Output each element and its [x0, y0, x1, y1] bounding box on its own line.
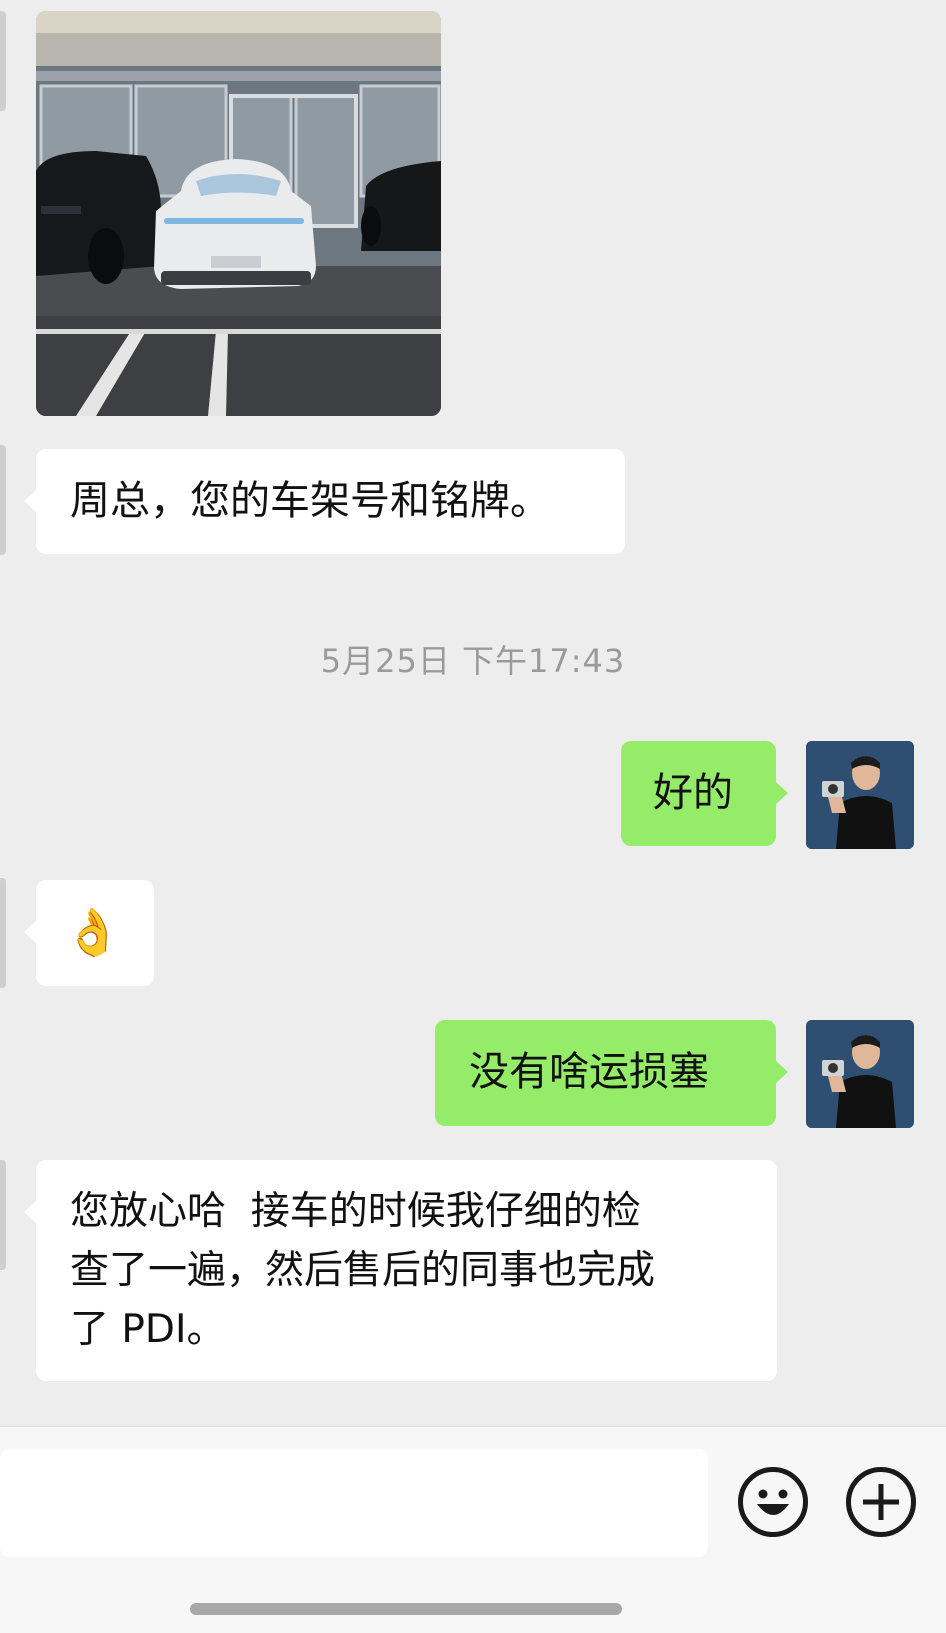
left-edge-fragment	[0, 11, 6, 111]
user-avatar[interactable]	[806, 741, 914, 849]
emoji-button[interactable]	[738, 1467, 808, 1537]
message-text: 好的	[653, 770, 733, 816]
message-timestamp: 5月25日 下午17:43	[320, 642, 626, 680]
avatar-photo	[806, 741, 914, 849]
home-indicator[interactable]	[190, 1603, 622, 1615]
received-message-bubble[interactable]: 👌	[24, 880, 154, 986]
avatar-photo	[806, 1020, 914, 1128]
ok-hand-icon: 👌	[64, 905, 122, 959]
left-edge-fragment	[0, 1160, 6, 1270]
message-text-line: 查了一遍，然后售后的同事也完成	[70, 1248, 656, 1293]
sent-message-bubble[interactable]: 好的	[621, 741, 788, 846]
add-button[interactable]	[846, 1467, 916, 1537]
chat-input-bar	[0, 1426, 946, 1633]
received-message-bubble[interactable]: 周总，您的车架号和铭牌。	[24, 449, 625, 554]
left-edge-fragment	[0, 445, 6, 555]
plus-icon	[863, 1484, 899, 1520]
message-text: 没有啥运损塞	[469, 1049, 709, 1095]
user-avatar[interactable]	[806, 1020, 914, 1128]
car-photo	[36, 11, 441, 416]
received-message-bubble[interactable]: 您放心哈 接车的时候我仔细的检 查了一遍，然后售后的同事也完成 了 PDI。	[24, 1160, 777, 1381]
photo-message[interactable]	[36, 11, 441, 416]
message-text-line: 了 PDI。	[70, 1307, 226, 1352]
left-edge-fragment	[0, 878, 6, 988]
sent-message-bubble[interactable]: 没有啥运损塞	[435, 1020, 788, 1126]
message-text: 周总，您的车架号和铭牌。	[70, 478, 550, 524]
message-text-line: 您放心哈 接车的时候我仔细的检	[70, 1189, 641, 1234]
smiley-face-icon	[757, 1489, 789, 1515]
message-input[interactable]	[0, 1449, 708, 1557]
